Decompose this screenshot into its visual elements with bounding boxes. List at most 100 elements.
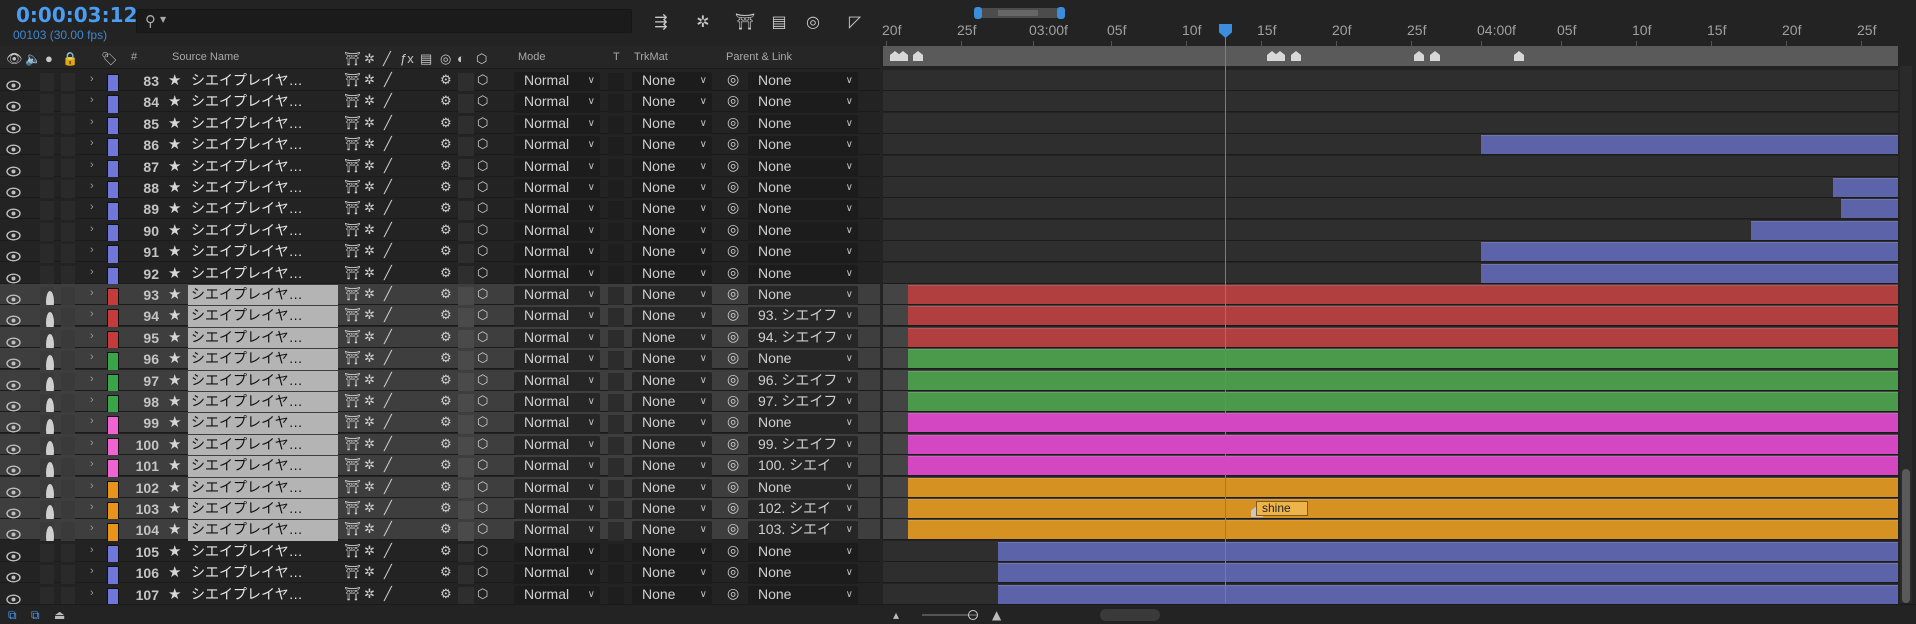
blend-mode-dropdown[interactable]: Normal ∨ [514, 307, 600, 328]
parent-pick-whip-icon[interactable]: ◎ [727, 563, 739, 584]
parent-dropdown[interactable]: 100. シエイ ∨ [748, 457, 858, 478]
adjustment-layer-toggle[interactable] [458, 351, 474, 372]
quality-switch-icon[interactable]: ╱ [384, 222, 392, 243]
layer-duration-bar[interactable] [908, 371, 1898, 390]
parent-pick-whip-icon[interactable]: ◎ [727, 157, 739, 178]
quality-switch-icon[interactable]: ╱ [384, 329, 392, 350]
collapse-switch-icon[interactable]: ✲ [364, 179, 375, 200]
parent-pick-whip-icon[interactable]: ◎ [727, 478, 739, 499]
3d-layer-icon[interactable]: ⬡ [477, 500, 488, 521]
motion-blur-switch-icon[interactable]: ⚙ [440, 115, 452, 136]
track-matte-dropdown[interactable]: None ∨ [632, 521, 712, 542]
layer-row[interactable]: › 92 ★ シエイプレイヤ… ⛩ ✲ ╱ ⚙ ⬡ Normal ∨ None ∨ … [0, 263, 880, 288]
collapse-switch-icon[interactable]: ✲ [364, 393, 375, 414]
search-dropdown-icon[interactable]: ▼ [160, 15, 166, 24]
lock-toggle[interactable] [61, 244, 75, 265]
layer-row[interactable]: › 86 ★ シエイプレイヤ… ⛩ ✲ ╱ ⚙ ⬡ Normal ∨ None ∨ … [0, 134, 880, 159]
3d-layer-icon[interactable]: ⬡ [477, 93, 488, 114]
layer-name[interactable]: シエイプレイヤ… [188, 563, 338, 584]
collapse-switch-icon[interactable]: ✲ [364, 329, 375, 350]
column-trkmat[interactable]: TrkMat [634, 51, 668, 63]
layer-duration-bar[interactable] [1751, 221, 1898, 240]
parent-pick-whip-icon[interactable]: ◎ [727, 285, 739, 306]
track-matte-dropdown[interactable]: None ∨ [632, 307, 712, 328]
quality-switch-icon[interactable]: ╱ [384, 350, 392, 371]
layer-row[interactable]: › 104 ★ シエイプレイヤ… ⛩ ✲ ╱ ⚙ ⬡ Normal ∨ None ∨… [0, 519, 880, 547]
parent-pick-whip-icon[interactable]: ◎ [727, 542, 739, 563]
layer-duration-bar[interactable] [908, 306, 1898, 325]
motion-blur-switch-icon[interactable]: ⚙ [440, 372, 452, 393]
quality-switch-icon[interactable]: ╱ [384, 136, 392, 157]
layer-row[interactable]: › 101 ★ シエイプレイヤ… ⛩ ✲ ╱ ⚙ ⬡ Normal ∨ None ∨… [0, 455, 880, 483]
expand-chevron-icon[interactable]: › [90, 415, 94, 436]
layer-name[interactable]: シエイプレイヤ… [188, 306, 338, 327]
layer-switches-toggle-icon[interactable]: ⧉ [8, 608, 17, 623]
shy-switch-icon[interactable]: ⛩ [344, 457, 361, 478]
lock-toggle[interactable] [61, 308, 75, 329]
parent-pick-whip-icon[interactable]: ◎ [727, 585, 739, 606]
layer-row[interactable]: › 107 ★ シエイプレイヤ… ⛩ ✲ ╱ ⚙ ⬡ Normal ∨ None ∨… [0, 584, 880, 609]
layer-duration-bar[interactable] [1841, 199, 1898, 218]
quality-switch-icon[interactable]: ╱ [384, 521, 392, 542]
layer-row[interactable]: › 91 ★ シエイプレイヤ… ⛩ ✲ ╱ ⚙ ⬡ Normal ∨ None ∨ … [0, 241, 880, 266]
layer-duration-bar[interactable] [908, 413, 1898, 432]
parent-pick-whip-icon[interactable]: ◎ [727, 499, 739, 520]
blend-mode-dropdown[interactable]: Normal ∨ [514, 457, 600, 478]
navigator-start-handle[interactable] [974, 7, 982, 19]
parent-dropdown[interactable]: None ∨ [748, 158, 858, 179]
parent-dropdown[interactable]: 103. シエイ ∨ [748, 521, 858, 542]
quality-switch-icon[interactable]: ╱ [384, 393, 392, 414]
preserve-transparency-toggle[interactable] [608, 458, 624, 479]
quality-switch-icon[interactable]: ╱ [384, 200, 392, 221]
collapse-switch-icon[interactable]: ✲ [364, 564, 375, 585]
solo-toggle[interactable] [40, 201, 54, 222]
collapse-switch-icon[interactable]: ✲ [364, 158, 375, 179]
layer-row[interactable]: › 106 ★ シエイプレイヤ… ⛩ ✲ ╱ ⚙ ⬡ Normal ∨ None ∨… [0, 562, 880, 587]
layer-duration-bar[interactable] [908, 456, 1898, 475]
collapse-switch-icon[interactable]: ✲ [364, 93, 375, 114]
layer-duration-bar[interactable] [1481, 264, 1898, 283]
layer-duration-bar[interactable] [908, 285, 1898, 304]
marker[interactable] [1414, 51, 1424, 61]
motion-blur-switch-icon[interactable]: ⚙ [440, 329, 452, 350]
parent-dropdown[interactable]: None ∨ [748, 115, 858, 136]
lock-toggle[interactable] [61, 94, 75, 115]
track-matte-dropdown[interactable]: None ∨ [632, 414, 712, 435]
layer-row[interactable]: › 98 ★ シエイプレイヤ… ⛩ ✲ ╱ ⚙ ⬡ Normal ∨ None ∨ … [0, 391, 880, 419]
shy-switch-icon[interactable]: ⛩ [344, 93, 361, 114]
layer-name[interactable]: シエイプレイヤ… [188, 392, 338, 413]
layer-row[interactable]: › 97 ★ シエイプレイヤ… ⛩ ✲ ╱ ⚙ ⬡ Normal ∨ None ∨ … [0, 370, 880, 398]
layer-duration-bar[interactable] [908, 435, 1898, 454]
motion-blur-switch-icon[interactable]: ⚙ [440, 179, 452, 200]
motion-blur-switch-icon[interactable]: ⚙ [440, 200, 452, 221]
blend-mode-dropdown[interactable]: Normal ∨ [514, 372, 600, 393]
layer-search-input[interactable]: ⚲ ▼ [136, 9, 632, 33]
marker[interactable] [1275, 51, 1285, 61]
shy-switch-icon[interactable]: ⛩ [344, 72, 361, 93]
blend-mode-dropdown[interactable]: Normal ∨ [514, 115, 600, 136]
3d-layer-icon[interactable]: ⬡ [477, 372, 488, 393]
motion-blur-switch-icon[interactable]: ⚙ [440, 414, 452, 435]
3d-layer-icon[interactable]: ⬡ [477, 200, 488, 221]
parent-dropdown[interactable]: None ∨ [748, 286, 858, 307]
blend-mode-dropdown[interactable]: Normal ∨ [514, 286, 600, 307]
adjustment-layer-toggle[interactable] [458, 137, 474, 158]
3d-layer-icon[interactable]: ⬡ [477, 329, 488, 350]
shy-switch-icon[interactable]: ⛩ [344, 243, 361, 264]
current-time-display[interactable]: 0:00:03:12 [16, 3, 137, 27]
blend-mode-dropdown[interactable]: Normal ∨ [514, 93, 600, 114]
marker[interactable] [1430, 51, 1440, 61]
solo-toggle[interactable] [40, 94, 54, 115]
3d-layer-icon[interactable]: ⬡ [477, 521, 488, 542]
3d-layer-icon[interactable]: ⬡ [477, 158, 488, 179]
layer-duration-bar[interactable] [1481, 135, 1898, 154]
layer-row[interactable]: › 84 ★ シエイプレイヤ… ⛩ ✲ ╱ ⚙ ⬡ Normal ∨ None ∨ … [0, 91, 880, 116]
track-matte-dropdown[interactable]: None ∨ [632, 329, 712, 350]
3d-layer-icon[interactable]: ⬡ [477, 543, 488, 564]
layer-name[interactable]: シエイプレイヤ… [188, 413, 338, 434]
quality-switch-icon[interactable]: ╱ [384, 72, 392, 93]
work-area-bar[interactable] [883, 46, 1898, 66]
time-ruler[interactable]: 20f 25f 03:00f 05f 10f 15f 20f 25f 04:00f 05f 10f 1… [882, 22, 1898, 46]
parent-pick-whip-icon[interactable]: ◎ [727, 328, 739, 349]
quality-switch-icon[interactable]: ╱ [384, 179, 392, 200]
